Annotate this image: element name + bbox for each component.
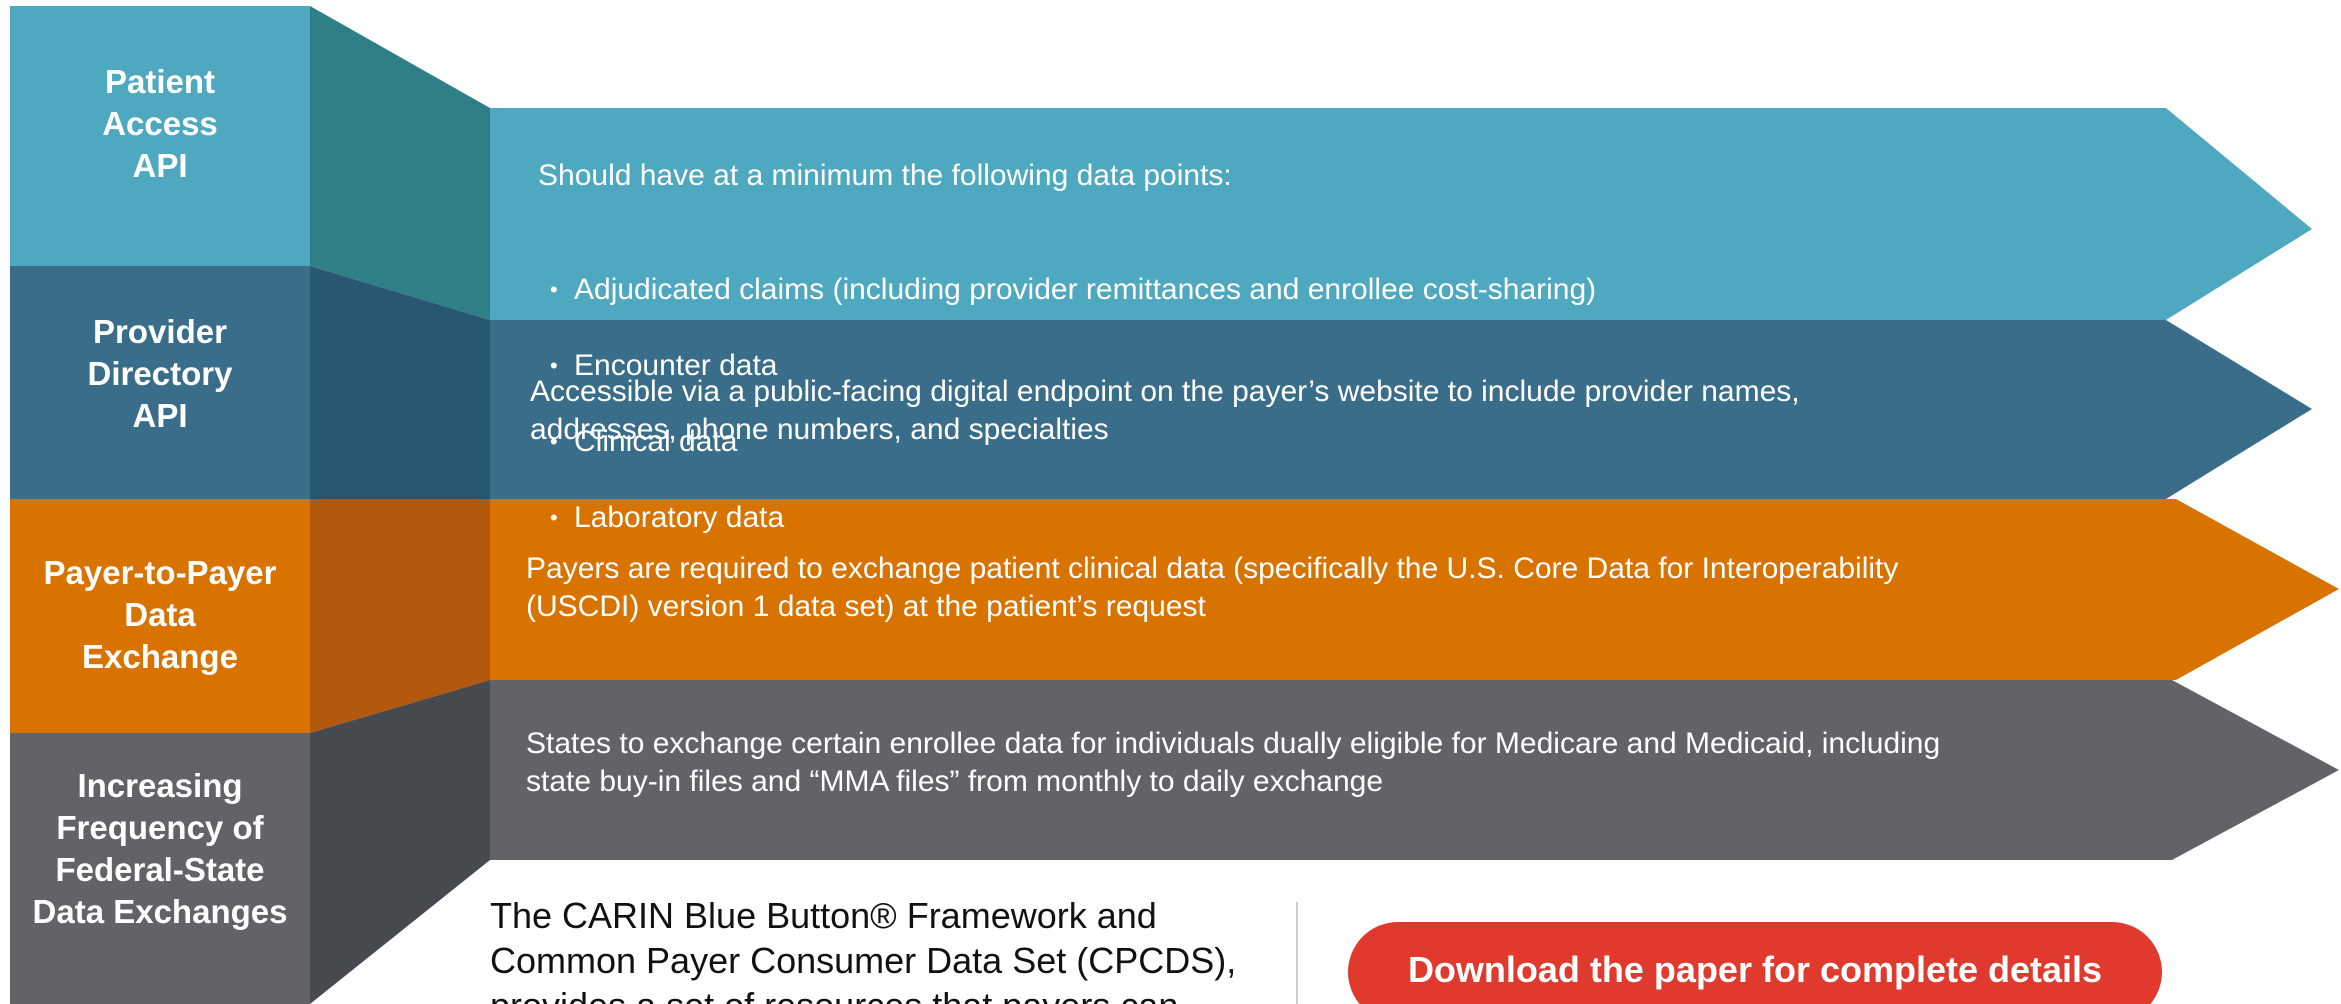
interoperability-diagram: Patient Access API Provider Directory AP… (0, 0, 2341, 1004)
provider-directory-description: Accessible via a public-facing digital e… (530, 375, 1800, 446)
label-payer-to-payer-data-exchange: Payer-to-Payer Data Exchange (43, 554, 277, 675)
federal-state-description: States to exchange certain enrollee data… (526, 727, 1941, 798)
footer-divider (1296, 902, 1298, 1004)
bullet-item: Adjudicated claims (including provider r… (538, 271, 2138, 309)
bullet-item: Laboratory data (538, 499, 2138, 537)
patient-access-description: Should have at a minimum the following d… (538, 119, 2138, 613)
download-paper-button[interactable]: Download the paper for complete details (1348, 922, 2162, 1004)
row1-connector (310, 6, 490, 320)
label-federal-state-data-exchanges: Increasing Frequency of Federal-State Da… (32, 767, 288, 930)
label-patient-access-api: Patient Access API (102, 63, 218, 184)
label-provider-directory-api: Provider Directory API (87, 313, 233, 434)
payer-to-payer-description: Payers are required to exchange patient … (526, 552, 1899, 623)
row4-connector (310, 680, 490, 1004)
framework-description: The CARIN Blue Button® Framework and Com… (490, 895, 1237, 1004)
patient-access-intro: Should have at a minimum the following d… (538, 159, 1232, 192)
